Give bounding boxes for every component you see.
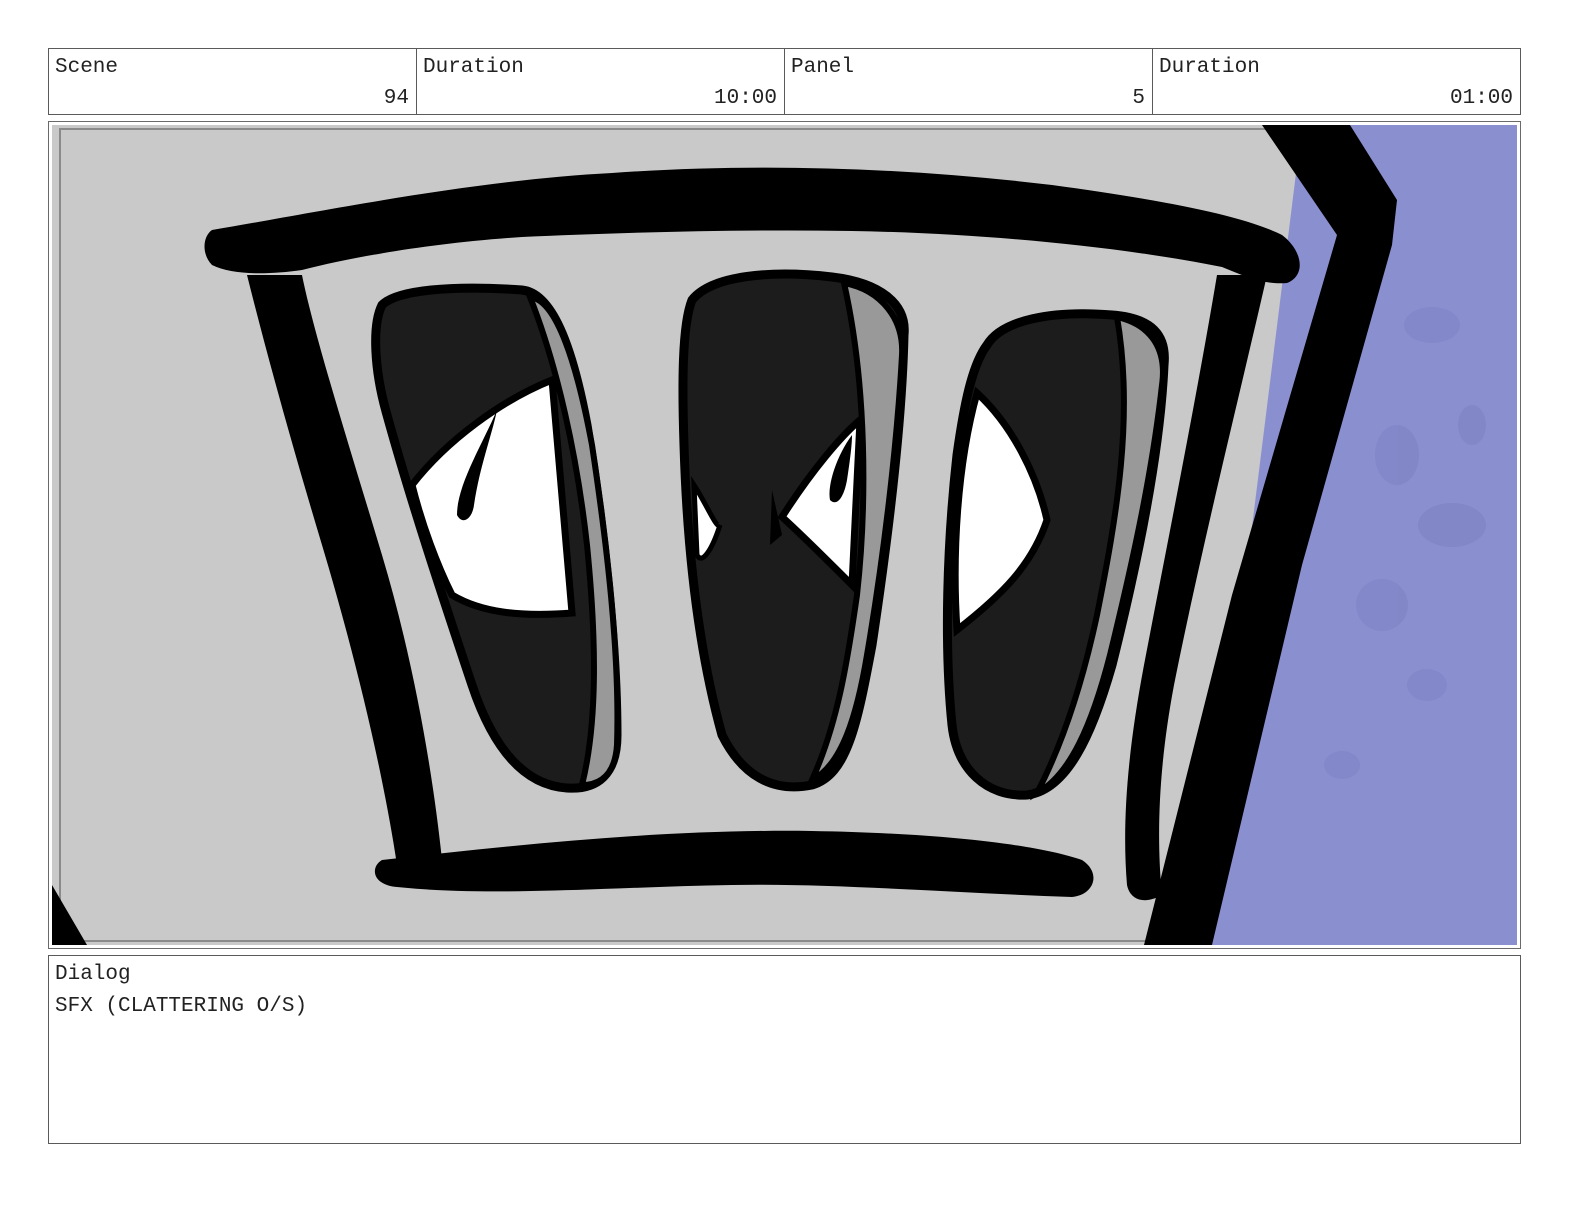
- storyboard-panel-image: [52, 125, 1517, 945]
- dialog-box: Dialog SFX (CLATTERING O/S): [48, 955, 1521, 1144]
- scene-cell: Scene 94: [49, 49, 417, 114]
- dialog-text: SFX (CLATTERING O/S): [55, 995, 308, 1018]
- panel-number: 5: [1132, 87, 1145, 110]
- scene-label: Scene: [55, 56, 119, 79]
- panel-duration-value: 01:00: [1449, 87, 1513, 110]
- scene-number: 94: [383, 87, 409, 110]
- panel-label: Panel: [791, 56, 855, 79]
- scene-duration-cell: Duration 10:00: [417, 49, 785, 114]
- scene-duration-label: Duration: [423, 56, 524, 79]
- dialog-label: Dialog: [55, 963, 131, 986]
- panel-info-header: Scene 94 Duration 10:00 Panel 5 Duration…: [48, 48, 1521, 115]
- panel-cell: Panel 5: [785, 49, 1153, 114]
- toaster-face-illustration: [52, 125, 1517, 945]
- scene-duration-value: 10:00: [713, 87, 777, 110]
- panel-duration-cell: Duration 01:00: [1153, 49, 1520, 114]
- storyboard-panel-frame: [48, 121, 1521, 949]
- panel-duration-label: Duration: [1159, 56, 1260, 79]
